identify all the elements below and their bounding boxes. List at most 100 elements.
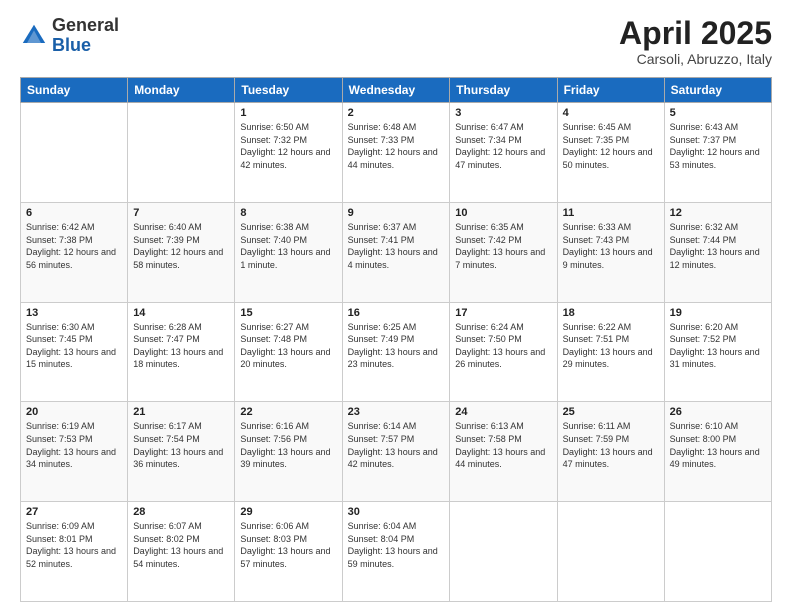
table-row: [21, 103, 128, 203]
table-row: 27 Sunrise: 6:09 AMSunset: 8:01 PMDayligh…: [21, 502, 128, 602]
cell-content: Sunrise: 6:14 AMSunset: 7:57 PMDaylight:…: [348, 420, 445, 470]
cell-content: Sunrise: 6:09 AMSunset: 8:01 PMDaylight:…: [26, 520, 122, 570]
cell-content: Sunrise: 6:37 AMSunset: 7:41 PMDaylight:…: [348, 221, 445, 271]
calendar-week-row: 27 Sunrise: 6:09 AMSunset: 8:01 PMDayligh…: [21, 502, 772, 602]
day-number: 21: [133, 406, 229, 418]
cell-content: Sunrise: 6:10 AMSunset: 8:00 PMDaylight:…: [670, 420, 766, 470]
col-thursday: Thursday: [450, 78, 557, 103]
day-number: 24: [455, 406, 551, 418]
title-block: April 2025 Carsoli, Abruzzo, Italy: [619, 16, 772, 67]
page: General Blue April 2025 Carsoli, Abruzzo…: [0, 0, 792, 612]
table-row: 8Sunrise: 6:38 AMSunset: 7:40 PMDaylight…: [235, 202, 342, 302]
cell-content: Sunrise: 6:43 AMSunset: 7:37 PMDaylight:…: [670, 121, 766, 171]
day-number: 28: [133, 506, 229, 518]
day-number: 11: [563, 207, 659, 219]
day-number: 2: [348, 107, 445, 119]
table-row: [664, 502, 771, 602]
cell-content: Sunrise: 6:20 AMSunset: 7:52 PMDaylight:…: [670, 321, 766, 371]
table-row: 22 Sunrise: 6:16 AMSunset: 7:56 PMDayligh…: [235, 402, 342, 502]
table-row: 4 Sunrise: 6:45 AMSunset: 7:35 PMDaylight…: [557, 103, 664, 203]
month-year: April 2025: [619, 16, 772, 51]
table-row: [557, 502, 664, 602]
cell-content: Sunrise: 6:27 AMSunset: 7:48 PMDaylight:…: [240, 321, 336, 371]
table-row: 14 Sunrise: 6:28 AMSunset: 7:47 PMDayligh…: [128, 302, 235, 402]
table-row: 10 Sunrise: 6:35 AMSunset: 7:42 PMDayligh…: [450, 202, 557, 302]
cell-content: Sunrise: 6:47 AMSunset: 7:34 PMDaylight:…: [455, 121, 551, 171]
cell-content: Sunrise: 6:35 AMSunset: 7:42 PMDaylight:…: [455, 221, 551, 271]
logo: General Blue: [20, 16, 119, 56]
day-number: 30: [348, 506, 445, 518]
table-row: 13 Sunrise: 6:30 AMSunset: 7:45 PMDayligh…: [21, 302, 128, 402]
day-number: 20: [26, 406, 122, 418]
calendar-header-row: Sunday Monday Tuesday Wednesday Thursday…: [21, 78, 772, 103]
logo-icon: [20, 22, 48, 50]
day-number: 12: [670, 207, 766, 219]
table-row: 29 Sunrise: 6:06 AMSunset: 8:03 PMDayligh…: [235, 502, 342, 602]
day-number: 16: [348, 307, 445, 319]
day-number: 18: [563, 307, 659, 319]
day-number: 19: [670, 307, 766, 319]
table-row: 7 Sunrise: 6:40 AMSunset: 7:39 PMDaylight…: [128, 202, 235, 302]
table-row: [450, 502, 557, 602]
table-row: 11 Sunrise: 6:33 AMSunset: 7:43 PMDayligh…: [557, 202, 664, 302]
cell-content: Sunrise: 6:19 AMSunset: 7:53 PMDaylight:…: [26, 420, 122, 470]
cell-content: Sunrise: 6:16 AMSunset: 7:56 PMDaylight:…: [240, 420, 336, 470]
table-row: 23 Sunrise: 6:14 AMSunset: 7:57 PMDayligh…: [342, 402, 450, 502]
col-monday: Monday: [128, 78, 235, 103]
table-row: 12 Sunrise: 6:32 AMSunset: 7:44 PMDayligh…: [664, 202, 771, 302]
day-number: 17: [455, 307, 551, 319]
table-row: 5 Sunrise: 6:43 AMSunset: 7:37 PMDaylight…: [664, 103, 771, 203]
table-row: 16Sunrise: 6:25 AMSunset: 7:49 PMDayligh…: [342, 302, 450, 402]
day-number: 29: [240, 506, 336, 518]
table-row: [128, 103, 235, 203]
day-number: 25: [563, 406, 659, 418]
cell-content: Sunrise: 6:06 AMSunset: 8:03 PMDaylight:…: [240, 520, 336, 570]
cell-content: Sunrise: 6:17 AMSunset: 7:54 PMDaylight:…: [133, 420, 229, 470]
table-row: 19 Sunrise: 6:20 AMSunset: 7:52 PMDayligh…: [664, 302, 771, 402]
table-row: 1Sunrise: 6:50 AMSunset: 7:32 PMDaylight…: [235, 103, 342, 203]
cell-content: Sunrise: 6:13 AMSunset: 7:58 PMDaylight:…: [455, 420, 551, 470]
col-sunday: Sunday: [21, 78, 128, 103]
table-row: 17 Sunrise: 6:24 AMSunset: 7:50 PMDayligh…: [450, 302, 557, 402]
day-number: 13: [26, 307, 122, 319]
table-row: 25Sunrise: 6:11 AMSunset: 7:59 PMDayligh…: [557, 402, 664, 502]
day-number: 10: [455, 207, 551, 219]
table-row: 26Sunrise: 6:10 AMSunset: 8:00 PMDayligh…: [664, 402, 771, 502]
cell-content: Sunrise: 6:45 AMSunset: 7:35 PMDaylight:…: [563, 121, 659, 171]
table-row: 28Sunrise: 6:07 AMSunset: 8:02 PMDayligh…: [128, 502, 235, 602]
cell-content: Sunrise: 6:48 AMSunset: 7:33 PMDaylight:…: [348, 121, 445, 171]
table-row: 9 Sunrise: 6:37 AMSunset: 7:41 PMDaylight…: [342, 202, 450, 302]
table-row: 15 Sunrise: 6:27 AMSunset: 7:48 PMDayligh…: [235, 302, 342, 402]
calendar-week-row: 20 Sunrise: 6:19 AMSunset: 7:53 PMDayligh…: [21, 402, 772, 502]
col-friday: Friday: [557, 78, 664, 103]
table-row: 24 Sunrise: 6:13 AMSunset: 7:58 PMDayligh…: [450, 402, 557, 502]
logo-general-text: General: [52, 15, 119, 35]
cell-content: Sunrise: 6:40 AMSunset: 7:39 PMDaylight:…: [133, 221, 229, 271]
day-number: 27: [26, 506, 122, 518]
cell-content: Sunrise: 6:30 AMSunset: 7:45 PMDaylight:…: [26, 321, 122, 371]
day-number: 23: [348, 406, 445, 418]
calendar-week-row: 1Sunrise: 6:50 AMSunset: 7:32 PMDaylight…: [21, 103, 772, 203]
calendar-week-row: 6 Sunrise: 6:42 AMSunset: 7:38 PMDaylight…: [21, 202, 772, 302]
cell-content: Sunrise: 6:24 AMSunset: 7:50 PMDaylight:…: [455, 321, 551, 371]
cell-content: Sunrise: 6:28 AMSunset: 7:47 PMDaylight:…: [133, 321, 229, 371]
table-row: 20 Sunrise: 6:19 AMSunset: 7:53 PMDayligh…: [21, 402, 128, 502]
day-number: 4: [563, 107, 659, 119]
day-number: 7: [133, 207, 229, 219]
calendar-week-row: 13 Sunrise: 6:30 AMSunset: 7:45 PMDayligh…: [21, 302, 772, 402]
day-number: 5: [670, 107, 766, 119]
table-row: 30Sunrise: 6:04 AMSunset: 8:04 PMDayligh…: [342, 502, 450, 602]
cell-content: Sunrise: 6:50 AMSunset: 7:32 PMDaylight:…: [240, 121, 336, 171]
cell-content: Sunrise: 6:22 AMSunset: 7:51 PMDaylight:…: [563, 321, 659, 371]
table-row: 21 Sunrise: 6:17 AMSunset: 7:54 PMDayligh…: [128, 402, 235, 502]
day-number: 22: [240, 406, 336, 418]
day-number: 3: [455, 107, 551, 119]
day-number: 8: [240, 207, 336, 219]
day-number: 15: [240, 307, 336, 319]
day-number: 6: [26, 207, 122, 219]
cell-content: Sunrise: 6:42 AMSunset: 7:38 PMDaylight:…: [26, 221, 122, 271]
day-number: 14: [133, 307, 229, 319]
cell-content: Sunrise: 6:33 AMSunset: 7:43 PMDaylight:…: [563, 221, 659, 271]
cell-content: Sunrise: 6:32 AMSunset: 7:44 PMDaylight:…: [670, 221, 766, 271]
day-number: 9: [348, 207, 445, 219]
